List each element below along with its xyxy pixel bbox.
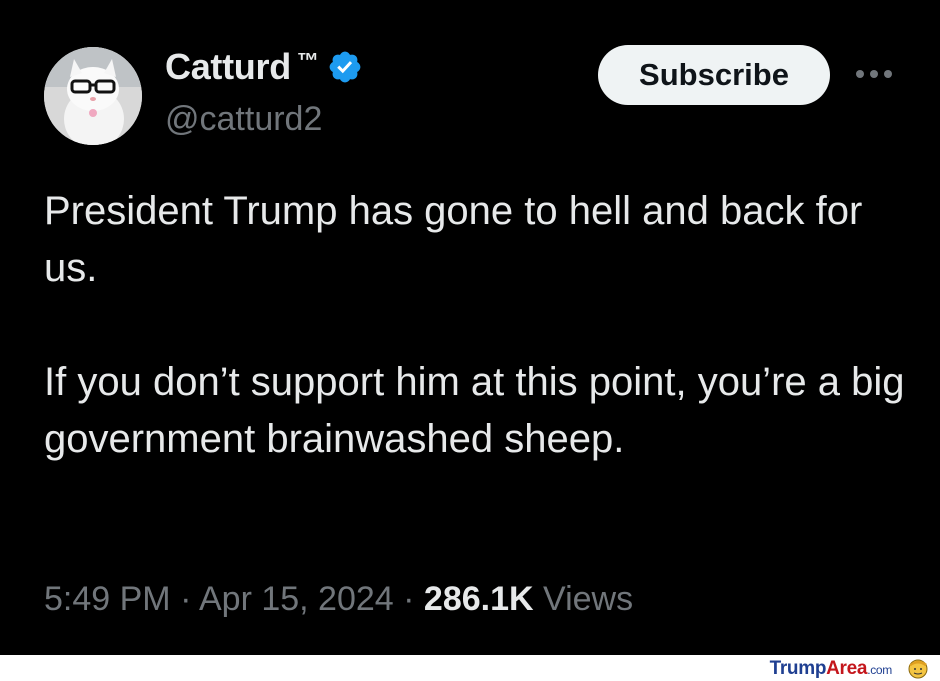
trump-face-icon	[908, 659, 928, 679]
watermark-part: Area	[826, 658, 868, 679]
tweet-date[interactable]: Apr 15, 2024	[199, 580, 394, 618]
trademark-symbol: ™	[296, 48, 319, 73]
views-count[interactable]: 286.1K	[424, 580, 534, 618]
watermark-bar: TrumpArea.com	[0, 655, 940, 681]
watermark-part: Trump	[769, 658, 827, 679]
more-options-icon[interactable]	[854, 66, 894, 82]
meta-separator: ·	[403, 580, 415, 618]
author-name-row: Catturd ™	[165, 46, 363, 88]
tweet-paragraph: President Trump has gone to hell and bac…	[44, 189, 863, 290]
views-label: Views	[543, 580, 634, 618]
author-display-name[interactable]: Catturd	[165, 46, 291, 88]
tweet-meta: 5:49 PM · Apr 15, 2024 · 286.1K Views	[44, 580, 633, 619]
watermark-part: .com	[867, 663, 892, 677]
tweet-body: President Trump has gone to hell and bac…	[44, 183, 914, 468]
tweet-paragraph: If you don’t support him at this point, …	[44, 360, 905, 461]
author-handle[interactable]: @catturd2	[165, 100, 322, 139]
tweet-card: Catturd ™ @catturd2 Subscribe President …	[0, 0, 940, 655]
watermark-text: TrumpArea.com	[769, 658, 893, 680]
subscribe-button[interactable]: Subscribe	[598, 45, 830, 105]
avatar[interactable]	[44, 47, 142, 145]
verified-badge-icon[interactable]	[327, 49, 363, 85]
tweet-time[interactable]: 5:49 PM	[44, 580, 171, 618]
meta-separator: ·	[180, 580, 192, 618]
cat-avatar-image	[44, 47, 142, 145]
